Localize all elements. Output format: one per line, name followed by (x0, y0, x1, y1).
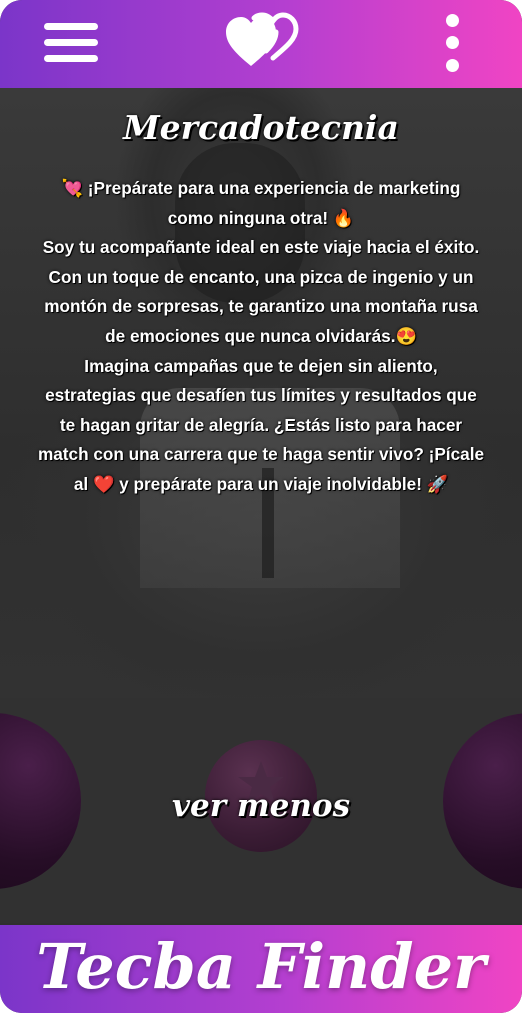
brand-title: Tecba Finder (36, 930, 486, 1003)
description-line: Soy tu acompañante ideal en este viaje h… (42, 237, 480, 258)
see-less-button[interactable]: ver menos (0, 788, 522, 824)
app-screen: Mercadotecnia 💘 ¡Prepárate para una expe… (0, 0, 522, 1013)
description-line: te hagan gritar de alegría. ¿Estás listo… (59, 414, 463, 435)
hamburger-menu-icon[interactable] (44, 20, 100, 66)
bottom-bar: Tecba Finder (0, 925, 522, 1013)
description-line: al ❤️ y prepárate para un viaje inolvida… (73, 473, 449, 494)
description-line: 💘 ¡Prepárate para una experiencia de mar… (61, 178, 461, 198)
description-line: Con un toque de encanto, una pizca de in… (48, 266, 474, 287)
description-line: Imagina campañas que te dejen sin alient… (84, 355, 438, 376)
description-line: montón de sorpresas, te garantizo una mo… (44, 296, 478, 317)
description-line: como ninguna otra! 🔥 (167, 207, 355, 228)
vertical-dots-icon[interactable] (441, 14, 465, 74)
career-description: 💘 ¡Prepárate para una experiencia de mar… (0, 174, 522, 500)
career-title: Mercadotecnia (123, 108, 399, 147)
top-bar (0, 0, 522, 88)
description-line: match con una carrera que te haga sentir… (37, 444, 485, 465)
description-line: de emociones que nunca olvidarás.😍 (105, 325, 417, 346)
double-heart-icon[interactable] (224, 12, 300, 72)
description-line: estrategias que desafíen tus límites y r… (45, 385, 477, 406)
profile-card: Mercadotecnia 💘 ¡Prepárate para una expe… (0, 88, 522, 923)
